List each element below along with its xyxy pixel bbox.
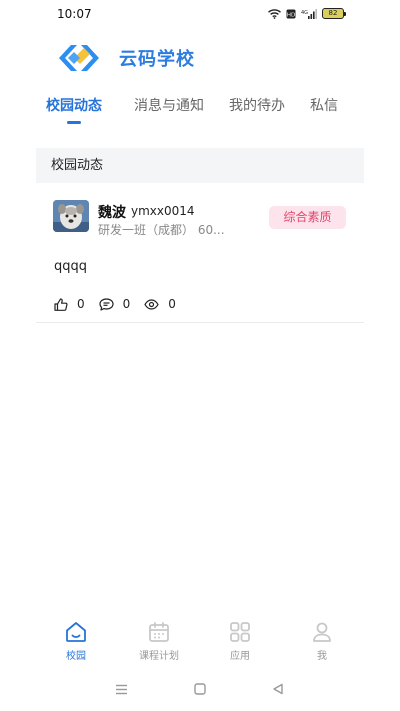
svg-text:4G: 4G [301,10,308,16]
thumbs-up-icon [54,297,68,311]
post-card[interactable]: 魏波 ymxx0014 研发一班（成都） 60... 综合素质 qqqq 0 0 [36,183,364,323]
author-meta: 研发一班（成都） 60... [98,223,225,237]
battery-icon: 82 [322,8,346,19]
like-stat[interactable]: 0 [54,297,85,311]
nav-course-plan-label: 课程计划 [139,651,179,662]
nav-course-plan[interactable]: 课程计划 [119,620,199,662]
menu-icon[interactable] [115,683,128,696]
signal-icon: 4G [301,8,317,19]
nav-apps[interactable]: 应用 [200,620,280,662]
eye-icon [144,298,159,310]
tab-private-messages[interactable]: 私信 [310,95,338,121]
author-id: ymxx0014 [131,204,195,218]
tab-campus-news[interactable]: 校园动态 [46,95,102,121]
nav-apps-label: 应用 [230,651,250,662]
nav-campus-label: 校园 [66,651,86,662]
nav-campus[interactable]: 校园 [36,620,116,662]
back-icon[interactable] [272,683,284,695]
hd-icon: HD [286,9,296,18]
tab-messages[interactable]: 消息与通知 [134,95,204,121]
tab-bar: 校园动态 消息与通知 我的待办 私信 [36,95,366,125]
tab-todos[interactable]: 我的待办 [229,95,285,121]
status-time: 10:07 [57,7,92,21]
logo-icon [59,45,99,71]
nav-me-label: 我 [317,651,327,662]
apps-grid-icon [230,622,250,642]
author-name: 魏波 [98,205,126,221]
home-button-icon[interactable] [194,683,206,695]
user-icon [313,622,331,642]
home-icon [66,622,86,642]
app-title: 云码学校 [119,49,195,70]
comment-count: 0 [122,297,131,311]
comment-stat[interactable]: 0 [99,297,131,311]
category-tag[interactable]: 综合素质 [269,206,346,229]
comment-icon [99,297,114,311]
bottom-nav: 校园 课程计划 应用 我 [28,620,364,665]
calendar-icon [149,622,169,642]
system-nav-bar [0,680,400,705]
app-header: 云码学校 [57,40,195,76]
dog-avatar-image [53,200,89,232]
post-content: qqqq [54,259,88,274]
svg-text:HD: HD [287,12,295,18]
tab-active-indicator [67,121,81,124]
wifi-icon [268,8,281,19]
avatar[interactable] [53,200,89,232]
post-stats: 0 0 0 [54,297,190,311]
view-count: 0 [168,297,176,311]
status-bar: 10:07 HD 4G 82 [0,0,400,30]
status-icons: HD 4G 82 [268,8,346,19]
like-count: 0 [77,297,85,311]
view-stat: 0 [144,297,176,311]
section-header: 校园动态 [36,148,364,183]
nav-me[interactable]: 我 [282,620,362,662]
